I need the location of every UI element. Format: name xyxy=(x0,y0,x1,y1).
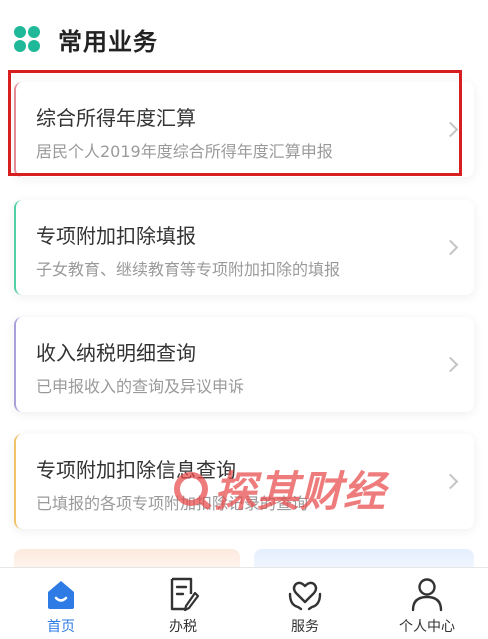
card-income-tax-details[interactable]: 收入纳税明细查询 已申报收入的查询及异议申诉 xyxy=(14,317,474,412)
card-title: 专项附加扣除填报 xyxy=(36,224,196,248)
card-description: 已申报收入的查询及异议申诉 xyxy=(36,377,245,396)
home-icon xyxy=(48,581,74,609)
card-title: 收入纳税明细查询 xyxy=(36,341,196,365)
partial-card-right[interactable] xyxy=(254,549,474,569)
tab-home[interactable]: 首页 xyxy=(0,568,122,639)
tab-label: 首页 xyxy=(47,619,75,635)
app-screen: 常用业务 综合所得年度汇算 居民个人2019年度综合所得年度汇算申报 专项附加扣… xyxy=(0,0,488,639)
partial-card-left[interactable] xyxy=(14,549,240,569)
tab-label: 个人中心 xyxy=(399,619,455,635)
bottom-tab-bar: 首页 办税 服务 个人中心 xyxy=(0,567,488,639)
tab-tax[interactable]: 办税 xyxy=(122,568,244,639)
tab-label: 办税 xyxy=(169,619,197,635)
document-edit-icon xyxy=(170,577,200,612)
card-special-deduction-filing[interactable]: 专项附加扣除填报 子女教育、继续教育等专项附加扣除的填报 xyxy=(14,200,474,295)
card-description: 居民个人2019年度综合所得年度汇算申报 xyxy=(36,142,333,161)
heart-hands-icon xyxy=(288,581,322,611)
tab-personal-center[interactable]: 个人中心 xyxy=(366,568,488,639)
card-title: 综合所得年度汇算 xyxy=(36,106,196,130)
clover-icon xyxy=(14,26,40,52)
watermark-text: 探其财经 xyxy=(214,467,387,516)
card-description: 子女教育、继续教育等专项附加扣除的填报 xyxy=(36,260,341,279)
section-header: 常用业务 xyxy=(0,0,488,78)
watermark: 探其财经 xyxy=(174,458,386,519)
tab-services[interactable]: 服务 xyxy=(244,568,366,639)
person-icon xyxy=(411,578,443,612)
section-title: 常用业务 xyxy=(58,27,158,56)
watermark-logo-icon xyxy=(174,471,208,506)
card-annual-settlement[interactable]: 综合所得年度汇算 居民个人2019年度综合所得年度汇算申报 xyxy=(14,82,474,177)
tab-label: 服务 xyxy=(291,619,319,635)
